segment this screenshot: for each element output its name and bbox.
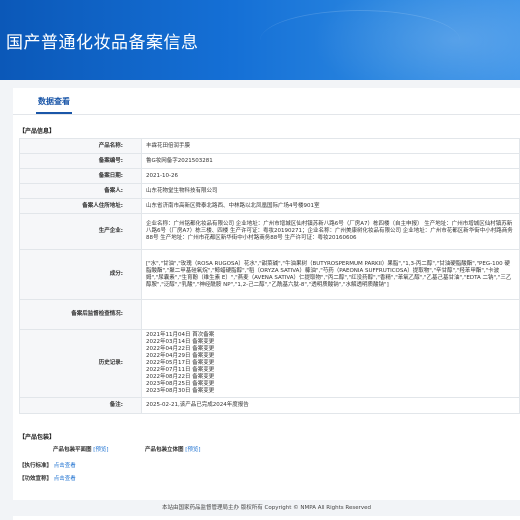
history-entry: 2022年07月11日 备案变更 [146, 367, 215, 373]
record-number-value: 鲁G妆网备字2021503281 [141, 153, 520, 169]
table-row: 备案人住所地址: 山东省济南市高新区舜泰北路西、中林路以北凤凰国际广场4号楼90… [19, 198, 520, 214]
page-title: 国产普通化妆品备案信息 [6, 33, 199, 53]
table-row: 生产企业: 企业名称：广州铭都化妆品有限公司 企业地址：广州市增城区仙村镇苏新八… [19, 213, 520, 250]
tab-data-view[interactable]: 数据查看 [36, 94, 72, 114]
standard-row: 【执行标准】 点击查看 [19, 461, 76, 469]
history-entry: 2022年05月17日 备案变更 [146, 360, 215, 366]
table-row: 历史记录: 2021年11月04日 首次备案 2022年03月14日 备案变更 … [19, 329, 520, 398]
table-row: 成分: ["水","甘油","玫瑰（ROSA RUGOSA）花水","甜菜碱",… [19, 249, 520, 300]
table-row: 备案后监督检查情况: [19, 299, 520, 330]
product-info-table: 产品名称: 丰霖花田倍润手膜 备案编号: 鲁G妆网备字2021503281 备案… [19, 138, 520, 414]
table-row: 备案人: 山东花物堂生物科技有限公司 [19, 183, 520, 199]
package-section-title: 【产品包装】 [19, 434, 56, 441]
history-entry: 2021年11月04日 首次备案 [146, 332, 215, 338]
product-name-value: 丰霖花田倍润手膜 [141, 138, 520, 154]
history-entry: 2022年04月29日 备案变更 [146, 353, 215, 359]
table-row: 备注: 2025-02-21,该产品已完成2024年度报告 [19, 397, 520, 414]
row-label: 成分: [19, 249, 142, 300]
inspection-value [141, 299, 520, 330]
history-entry: 2022年08月22日 备案变更 [146, 374, 215, 380]
table-row: 产品名称: 丰霖花田倍润手膜 [19, 138, 520, 154]
history-entry: 2022年03月14日 备案变更 [146, 339, 215, 345]
package-stand-label: 产品包装立体图 [145, 447, 184, 453]
row-label: 备案人住所地址: [19, 198, 142, 214]
product-info-section-title: 【产品信息】 [19, 128, 56, 135]
efficacy-view-link[interactable]: 点击查看 [54, 476, 76, 482]
efficacy-section-title: 【功效宣称】 [19, 476, 53, 482]
package-flat-row: 产品包装平面图 [预览] [53, 445, 109, 453]
history-entry: 2023年08月25日 备案变更 [146, 381, 215, 387]
row-label: 备案编号: [19, 153, 142, 169]
standard-section-title: 【执行标准】 [19, 463, 53, 469]
row-label: 备案人: [19, 183, 142, 199]
history-value: 2021年11月04日 首次备案 2022年03月14日 备案变更 2022年0… [141, 329, 520, 398]
row-label: 备案日期: [19, 168, 142, 184]
content-panel: 数据查看 【产品信息】 产品名称: 丰霖花田倍润手膜 备案编号: 鲁G妆网备字2… [13, 88, 520, 520]
row-label: 备案后监督检查情况: [19, 299, 142, 330]
row-label: 历史记录: [19, 329, 142, 398]
efficacy-row: 【功效宣称】 点击查看 [19, 474, 76, 482]
package-flat-label: 产品包装平面图 [53, 447, 92, 453]
registrant-value: 山东花物堂生物科技有限公司 [141, 183, 520, 199]
manufacturer-value: 企业名称：广州铭都化妆品有限公司 企业地址：广州市增城区仙村镇苏新八路6号（厂房… [141, 213, 520, 250]
banner-arc [260, 10, 460, 71]
table-row: 备案日期: 2021-10-26 [19, 168, 520, 184]
record-date-value: 2021-10-26 [141, 168, 520, 184]
package-stand-row: 产品包装立体图 [预览] [145, 445, 201, 453]
history-entry: 2022年04月22日 备案变更 [146, 346, 215, 352]
header-banner: 国产普通化妆品备案信息 [0, 0, 520, 80]
row-label: 产品名称: [19, 138, 142, 154]
standard-view-link[interactable]: 点击查看 [54, 463, 76, 469]
footer-copyright: 本站由国家药品监督管理局主办 版权所有 Copyright © NMPA All… [13, 500, 520, 516]
package-flat-preview-link[interactable]: [预览] [93, 447, 108, 453]
row-label: 生产企业: [19, 213, 142, 250]
package-stand-preview-link[interactable]: [预览] [185, 447, 200, 453]
row-label: 备注: [19, 397, 142, 414]
registrant-address-value: 山东省济南市高新区舜泰北路西、中林路以北凤凰国际广场4号楼901室 [141, 198, 520, 214]
table-row: 备案编号: 鲁G妆网备字2021503281 [19, 153, 520, 169]
history-entry: 2023年08月30日 备案变更 [146, 388, 215, 394]
tab-divider [13, 114, 520, 115]
remarks-value: 2025-02-21,该产品已完成2024年度报告 [141, 397, 520, 414]
ingredients-value: ["水","甘油","玫瑰（ROSA RUGOSA）花水","甜菜碱","牛油果… [141, 249, 520, 300]
